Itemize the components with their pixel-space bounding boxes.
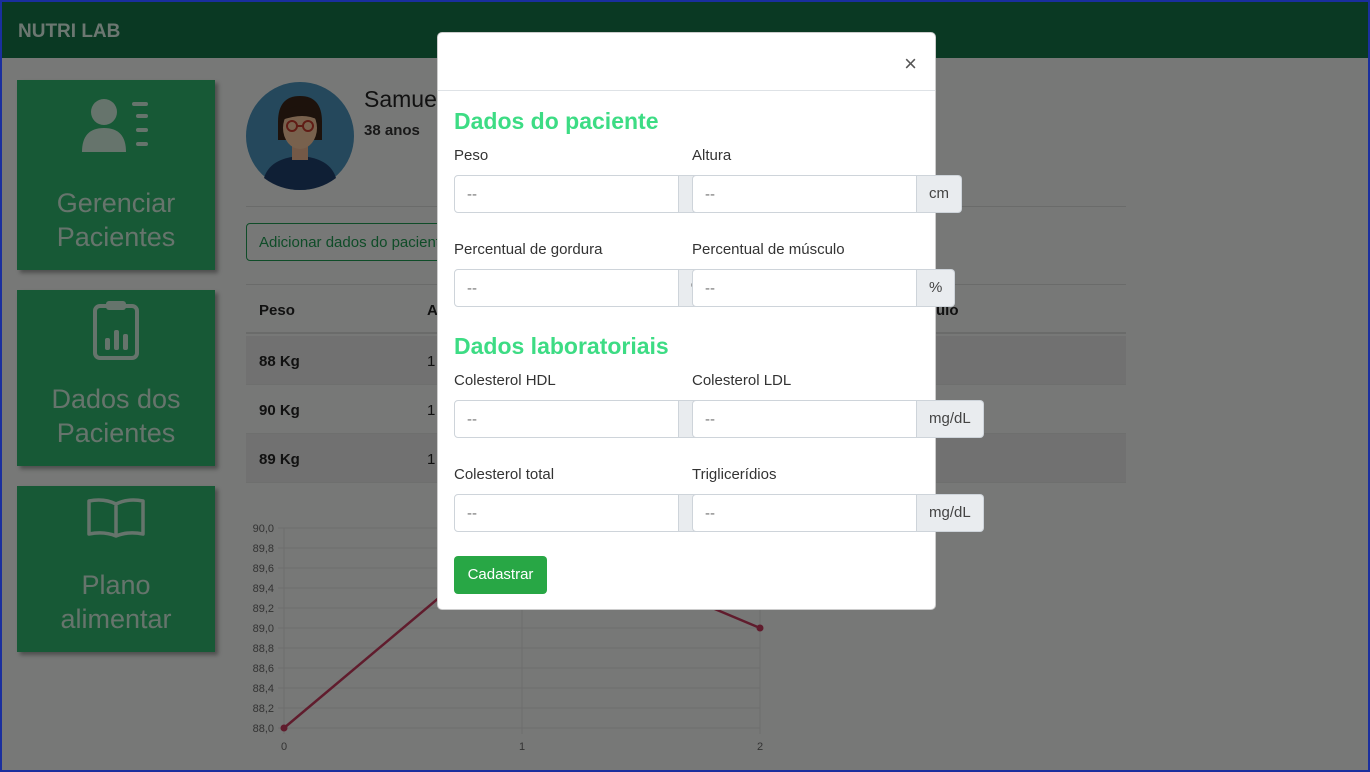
total-input-group: mg/dL [454,494,746,532]
unit-percent: % [917,269,956,307]
musculo-input-group: % [692,269,956,307]
altura-input-group: cm [692,175,962,213]
close-icon[interactable]: × [904,53,917,75]
label-altura: Altura [692,147,732,164]
unit-mgdl: mg/dL [917,400,984,438]
label-hdl: Colesterol HDL [454,372,556,389]
label-gordura: Percentual de gordura [454,241,603,258]
altura-input[interactable] [692,175,917,213]
peso-input-group: Kg [454,175,723,213]
cadastrar-button[interactable]: Cadastrar [454,556,547,594]
triglicerideos-input[interactable] [692,494,917,532]
colesterol-total-input[interactable] [454,494,679,532]
ldl-input[interactable] [692,400,917,438]
label-colesterol-total: Colesterol total [454,466,555,483]
gordura-input[interactable] [454,269,679,307]
peso-input[interactable] [454,175,679,213]
label-peso: Peso [454,147,489,164]
trig-input-group: mg/dL [692,494,984,532]
musculo-input[interactable] [692,269,917,307]
hdl-input-group: mg/dL [454,400,746,438]
section-title-lab: Dados laboratoriais [454,333,669,359]
unit-cm: cm [917,175,962,213]
hdl-input[interactable] [454,400,679,438]
add-data-modal: × Dados do paciente Peso Kg Altura cm Pe… [437,32,984,610]
label-ldl: Colesterol LDL [692,372,792,389]
modal-header: × [438,33,935,91]
label-musculo: Percentual de músculo [692,241,845,258]
unit-mgdl: mg/dL [917,494,984,532]
section-title-patient: Dados do paciente [454,108,659,134]
gordura-input-group: % [454,269,718,307]
ldl-input-group: mg/dL [692,400,984,438]
label-triglicerideos: Triglicerídios [692,466,777,483]
